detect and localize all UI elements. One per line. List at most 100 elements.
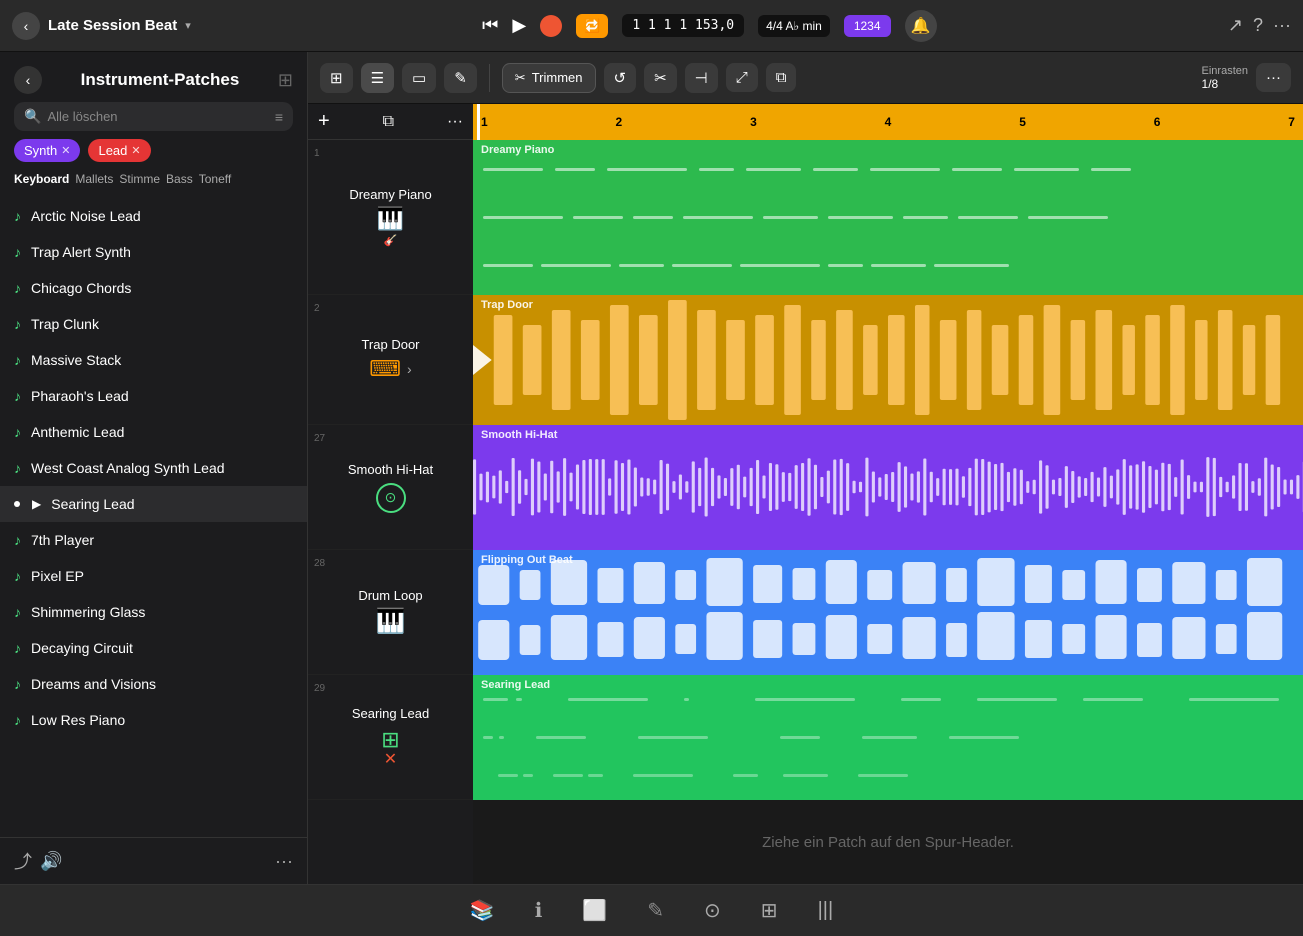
play-button[interactable]: ▶ <box>512 15 526 36</box>
piano-icon[interactable]: ||| <box>818 899 834 922</box>
note-line <box>483 736 493 739</box>
list-item[interactable]: ♪ West Coast Analog Synth Lead <box>0 450 307 486</box>
arrange-view-button[interactable]: ▭ <box>402 63 436 93</box>
drum-loop-icon: 🎹 <box>376 607 406 636</box>
track-header-drum-loop[interactable]: 28 Drum Loop 🎹 <box>308 550 473 675</box>
filter-icon[interactable]: ≡ <box>275 109 283 125</box>
track-header-smooth-hihat[interactable]: 27 Smooth Hi-Hat ⊙ <box>308 425 473 550</box>
list-item-searing-lead[interactable]: ▶ Searing Lead <box>0 486 307 522</box>
grid-view-button[interactable]: ⊞ <box>320 63 353 93</box>
footer-left: ⤴ 🔊 <box>14 848 62 874</box>
synth-tag-remove[interactable]: ✕ <box>61 144 70 157</box>
search-input[interactable] <box>47 109 268 124</box>
panel-footer: ⤴ 🔊 ··· <box>0 837 307 884</box>
pencil-icon[interactable]: ✎ <box>647 898 664 923</box>
list-view-button[interactable]: ☰ <box>361 63 394 93</box>
ruler-mark: 5 <box>1019 115 1026 129</box>
track-more-button[interactable]: ··· <box>447 113 463 131</box>
track-content-drum-loop[interactable]: Flipping Out Beat <box>473 550 1303 675</box>
metronome-button[interactable]: 🔔 <box>905 10 937 42</box>
list-item[interactable]: ♪ Low Res Piano <box>0 702 307 738</box>
add-track-button[interactable]: + <box>318 110 330 133</box>
track-header-trap-door[interactable]: 2 Trap Door ⌨ › <box>308 295 473 425</box>
trap-door-controls: ⌨ › <box>369 356 411 382</box>
lead-tag[interactable]: Lead ✕ <box>88 139 150 162</box>
split-button[interactable]: ⊣ <box>685 63 718 93</box>
list-item[interactable]: ♪ Massive Stack <box>0 342 307 378</box>
track-instrument-icon: 🎹 <box>377 206 404 232</box>
category-bass[interactable]: Bass <box>166 170 193 188</box>
edit-button[interactable]: ✎ <box>444 63 477 93</box>
browser-icon[interactable]: ⬜ <box>582 898 607 923</box>
synth-tag[interactable]: Synth ✕ <box>14 139 80 162</box>
ruler-marks: 1 2 3 4 5 6 7 <box>473 115 1303 129</box>
note-line <box>903 216 948 219</box>
list-item[interactable]: ♪ Trap Clunk <box>0 306 307 342</box>
category-stimme[interactable]: Stimme <box>119 170 160 188</box>
speaker-icon[interactable]: 🔊 <box>40 851 62 872</box>
track-header-searing-lead[interactable]: 29 Searing Lead ⊞ ✕ <box>308 675 473 800</box>
ruler-mark: 4 <box>885 115 892 129</box>
resize-button[interactable]: ⤢ <box>726 63 758 92</box>
searing-lead-x-icon: ✕ <box>381 749 399 769</box>
panel-back-button[interactable]: ‹ <box>14 66 42 94</box>
track-content-searing-lead[interactable]: Searing Lead <box>473 675 1303 800</box>
import-icon[interactable]: ⤴ <box>14 848 32 874</box>
category-mallets[interactable]: Mallets <box>75 170 113 188</box>
project-dropdown-arrow[interactable]: ▾ <box>185 19 191 32</box>
track-row-drum-loop: Flipping Out Beat <box>473 550 1303 675</box>
lead-tag-remove[interactable]: ✕ <box>131 144 140 157</box>
list-item[interactable]: ♪ Decaying Circuit <box>0 630 307 666</box>
note-line <box>483 264 533 267</box>
rewind-button[interactable]: ⏮ <box>482 15 498 36</box>
track-content-smooth-hihat[interactable]: Smooth Hi-Hat <box>473 425 1303 550</box>
more-options-icon[interactable]: ··· <box>1273 15 1291 36</box>
category-keyboard[interactable]: Keyboard <box>14 170 69 188</box>
track-content-dreamy-piano[interactable]: Dreamy Piano <box>473 140 1303 295</box>
library-icon[interactable]: 📚 <box>470 898 495 923</box>
loop-button[interactable]: 🔁 <box>576 14 608 38</box>
copy-button[interactable]: ⧉ <box>766 63 797 92</box>
key-button[interactable]: 1234 <box>844 15 891 37</box>
list-item[interactable]: ♪ 7th Player <box>0 522 307 558</box>
list-item[interactable]: ♪ Dreams and Visions <box>0 666 307 702</box>
panel-header: ‹ Instrument-Patches ⊞ <box>0 52 307 102</box>
share-icon[interactable]: ↗ <box>1228 15 1243 36</box>
search-bar[interactable]: 🔍 ≡ <box>14 102 293 131</box>
track-name: Trap Door <box>361 337 419 352</box>
loop-icon: 🔁 <box>584 18 600 34</box>
track-header-dreamy-piano[interactable]: 1 Dreamy Piano 🎹 🎸 <box>308 140 473 295</box>
help-icon[interactable]: ? <box>1253 15 1263 36</box>
group-track-button[interactable]: ⧉ <box>383 113 394 131</box>
list-item[interactable]: ♪ Anthemic Lead <box>0 414 307 450</box>
track-row-trap-door: Trap Door <box>473 295 1303 425</box>
list-item[interactable]: ♪ Pixel EP <box>0 558 307 594</box>
track-number: 29 <box>314 683 325 694</box>
settings-icon[interactable]: ⊙ <box>704 898 721 923</box>
list-item[interactable]: ♪ Pharaoh's Lead <box>0 378 307 414</box>
drop-hint-text: Ziehe ein Patch auf den Spur-Header. <box>762 834 1014 851</box>
record-button[interactable] <box>540 15 562 37</box>
position-value: 1 1 1 1 153,0 <box>632 18 734 33</box>
searing-lead-notes <box>473 675 1303 800</box>
category-toneff[interactable]: Toneff <box>199 170 231 188</box>
trim-button[interactable]: ✂ Trimmen <box>502 63 596 93</box>
list-item[interactable]: ♪ Arctic Noise Lead <box>0 198 307 234</box>
loop-tool-button[interactable]: ↺ <box>604 63 637 93</box>
note-line <box>783 774 828 777</box>
toolbar-more-button[interactable]: ··· <box>1256 63 1291 92</box>
list-item[interactable]: ♪ Trap Alert Synth <box>0 234 307 270</box>
instrument-patches-panel: ‹ Instrument-Patches ⊞ 🔍 ≡ Synth ✕ Lead … <box>0 52 308 884</box>
info-icon[interactable]: ℹ <box>535 898 543 923</box>
mixer-icon[interactable]: ⊞ <box>761 898 778 923</box>
expand-arrow[interactable]: › <box>407 361 412 377</box>
note-line <box>568 698 648 701</box>
list-item[interactable]: ♪ Shimmering Glass <box>0 594 307 630</box>
drop-hint-area: Ziehe ein Patch auf den Spur-Header. <box>473 800 1303 884</box>
piano-roll-notes <box>473 140 1303 295</box>
track-content-trap-door[interactable]: Trap Door <box>473 295 1303 425</box>
cut-tool-button[interactable]: ✂ <box>644 63 677 93</box>
back-button[interactable]: ‹ <box>12 12 40 40</box>
footer-more-icon[interactable]: ··· <box>275 851 293 872</box>
list-item[interactable]: ♪ Chicago Chords <box>0 270 307 306</box>
